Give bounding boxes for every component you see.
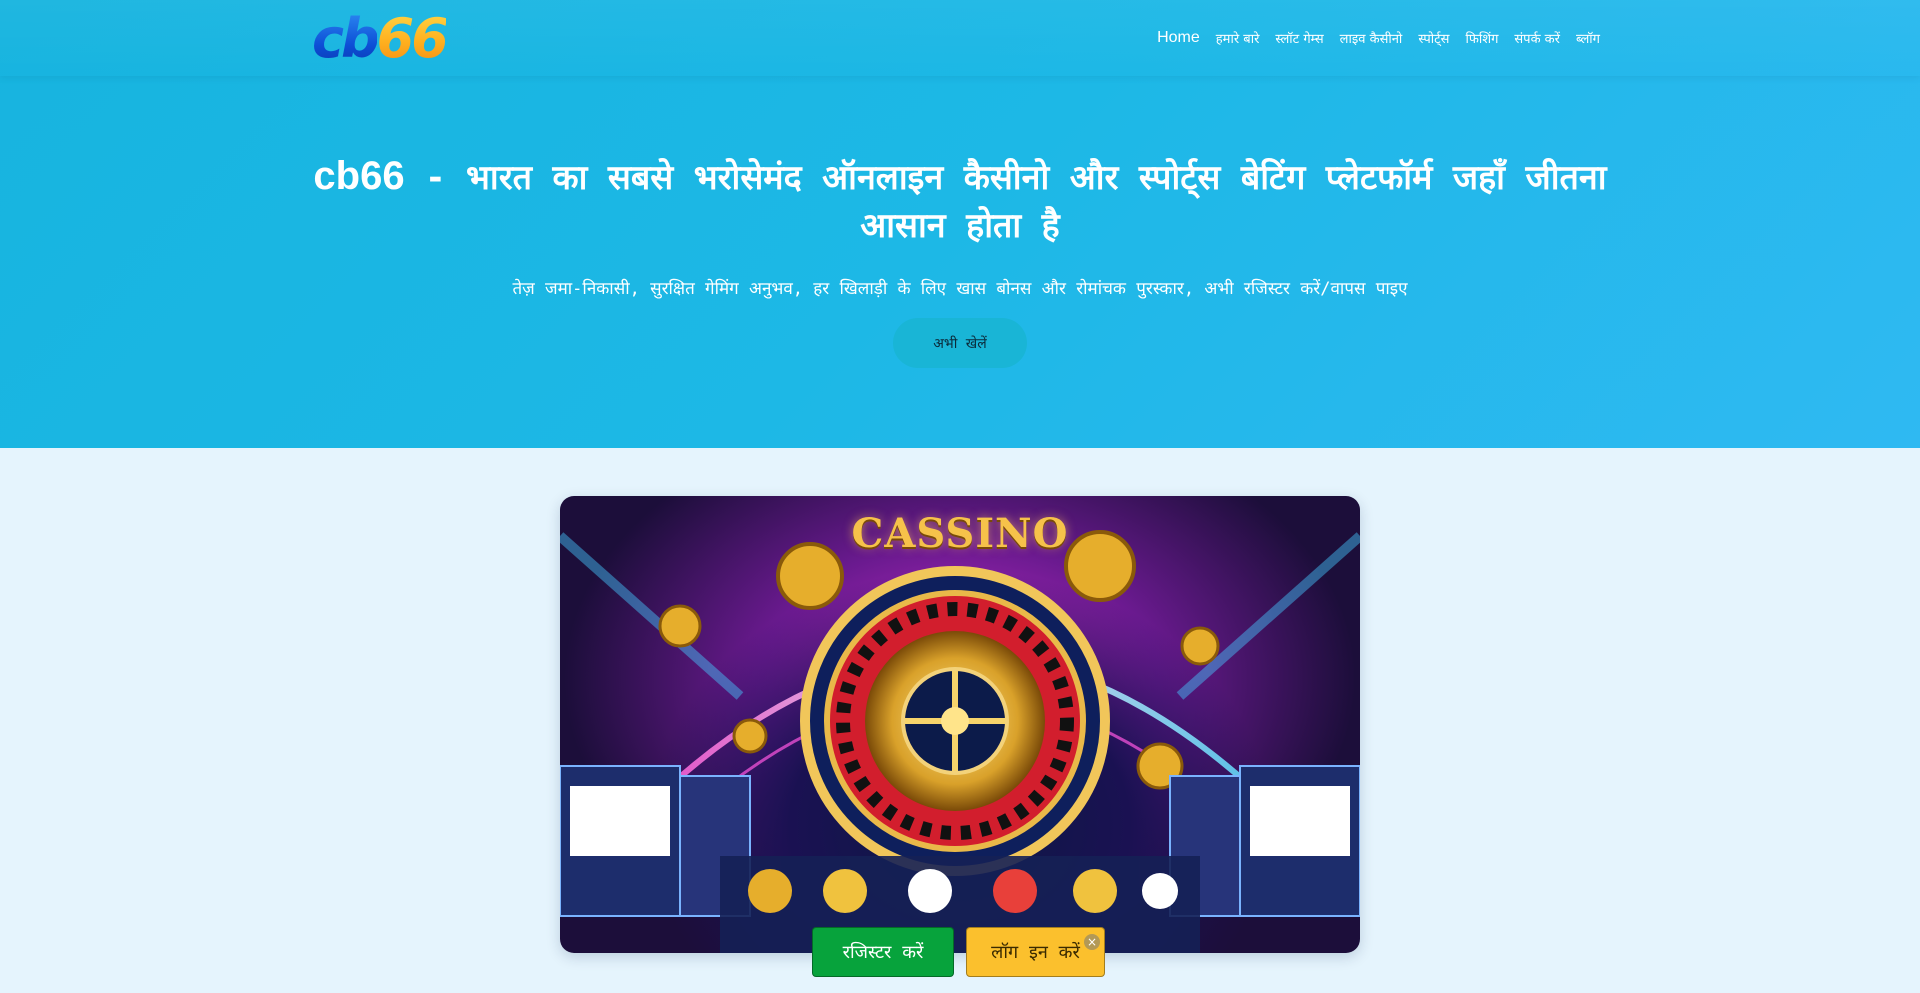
play-now-button[interactable]: अभी खेलें (893, 318, 1027, 368)
nav-item-blog[interactable]: ब्लॉग (1576, 29, 1600, 47)
nav-item-slots[interactable]: स्लॉट गेम्स (1275, 29, 1323, 47)
close-icon[interactable]: × (1084, 934, 1100, 950)
roulette-illustration (560, 530, 1360, 953)
site-logo[interactable]: cb66 (312, 12, 500, 66)
nav-item-sports[interactable]: स्पोर्ट्स (1418, 29, 1449, 47)
nav-item-about[interactable]: हमारे बारे (1216, 29, 1260, 47)
top-navigation-bar: cb66 Home हमारे बारे स्लॉट गेम्स लाइव कै… (0, 0, 1920, 76)
nav-item-live-casino[interactable]: लाइव कैसीनो (1340, 29, 1403, 47)
login-button-label: लॉग इन करें (991, 942, 1080, 963)
logo-text-66: 66 (376, 7, 449, 70)
nav-item-home[interactable]: Home (1157, 29, 1200, 47)
login-button[interactable]: लॉग इन करें × (966, 927, 1105, 977)
casino-banner-image: CASSINO (560, 496, 1360, 953)
hero-subtitle: तेज़ जमा-निकासी, सुरक्षित गेमिंग अनुभव, … (512, 279, 1408, 299)
register-button[interactable]: रजिस्टर करें (812, 927, 954, 977)
logo-text-cb: cb (312, 7, 380, 70)
nav-item-fishing[interactable]: फिशिंग (1465, 29, 1498, 47)
nav-item-contact[interactable]: संपर्क करें (1514, 29, 1560, 47)
main-nav: Home हमारे बारे स्लॉट गेम्स लाइव कैसीनो … (1157, 26, 1600, 50)
page-title: cb66 - भारत का सबसे भरोसेमंद ऑनलाइन कैसी… (310, 152, 1610, 250)
floating-action-bar: रजिस्टर करें लॉग इन करें × (812, 927, 1105, 979)
page-title-text: - भारत का सबसे भरोसेमंद ऑनलाइन कैसीनो और… (404, 158, 1607, 246)
banner-title: CASSINO (851, 510, 1069, 557)
page-title-brand: cb66 (313, 154, 405, 198)
